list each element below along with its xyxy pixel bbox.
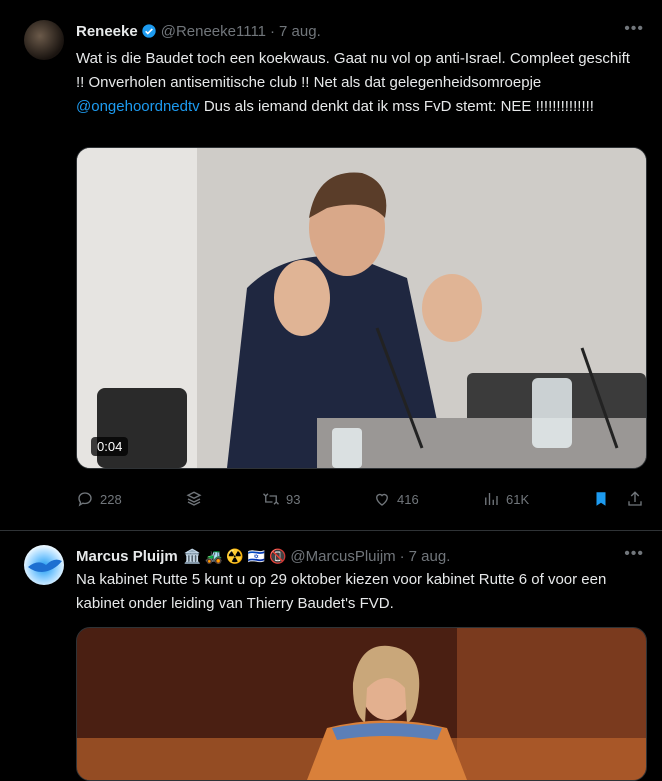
share-icon — [628, 491, 642, 506]
name-emojis: 🏛️ 🚜 ☢️ 🇮🇱 📵 — [183, 547, 287, 564]
video-player[interactable] — [76, 627, 647, 781]
tweet-text: Na kabinet Rutte 5 kunt u op 29 oktober … — [76, 571, 607, 612]
verified-icon — [142, 24, 156, 38]
tweet-actions: 228 93 416 61K — [76, 487, 642, 511]
views-button[interactable]: 61K — [482, 490, 529, 508]
tweet[interactable]: Reneeke @Reneeke1111 · 7 aug. ••• Wat is… — [0, 0, 662, 531]
tweet-header: Marcus Pluijm 🏛️ 🚜 ☢️ 🇮🇱 📵 @MarcusPluijm… — [76, 545, 642, 567]
grok-button[interactable] — [185, 490, 203, 508]
reply-button[interactable]: 228 — [76, 490, 122, 508]
video-thumbnail — [77, 628, 646, 780]
tweet-text: Wat is die Baudet toch een koekwaus. Gaa… — [76, 47, 642, 119]
author-name[interactable]: Marcus Pluijm — [76, 548, 178, 565]
retweet-button[interactable]: 93 — [262, 490, 300, 508]
video-duration: 0:04 — [91, 437, 129, 456]
reply-count: 228 — [100, 491, 122, 507]
author-name[interactable]: Reneeke — [76, 23, 138, 40]
like-count: 416 — [397, 491, 419, 507]
tweet-text-part: Dus als iemand denkt dat ik mss FvD stem… — [199, 98, 594, 115]
share-button[interactable] — [626, 490, 644, 508]
like-icon — [376, 493, 388, 506]
separator-dot: · — [399, 547, 405, 565]
mention-link[interactable]: @ongehoordnedtv — [76, 98, 200, 115]
view-count: 61K — [506, 491, 530, 507]
bookmark-button[interactable] — [592, 490, 610, 508]
retweet-icon — [263, 493, 279, 505]
avatar[interactable] — [24, 545, 64, 585]
author-handle[interactable]: @Reneeke1111 — [161, 23, 266, 40]
tweet-date[interactable]: 7 aug. — [409, 548, 451, 565]
video-thumbnail — [77, 148, 646, 468]
bird-logo — [28, 559, 62, 572]
tweet-text-part: Wat is die Baudet toch een koekwaus. Gaa… — [76, 50, 630, 91]
tweet-header: Reneeke @Reneeke1111 · 7 aug. — [76, 20, 642, 42]
video-player[interactable]: 0:04 — [76, 147, 647, 469]
separator-dot: · — [270, 22, 276, 40]
tweet-date[interactable]: 7 aug. — [279, 23, 321, 40]
grok-icon — [186, 491, 202, 506]
avatar[interactable] — [24, 20, 64, 60]
author-handle[interactable]: @MarcusPluijm — [290, 548, 395, 565]
more-icon[interactable]: ••• — [624, 545, 644, 563]
retweet-count: 93 — [286, 491, 301, 507]
bookmark-icon — [596, 492, 606, 506]
more-icon[interactable]: ••• — [624, 20, 644, 38]
views-icon — [485, 493, 498, 505]
like-button[interactable]: 416 — [373, 490, 419, 508]
reply-icon — [78, 492, 92, 507]
